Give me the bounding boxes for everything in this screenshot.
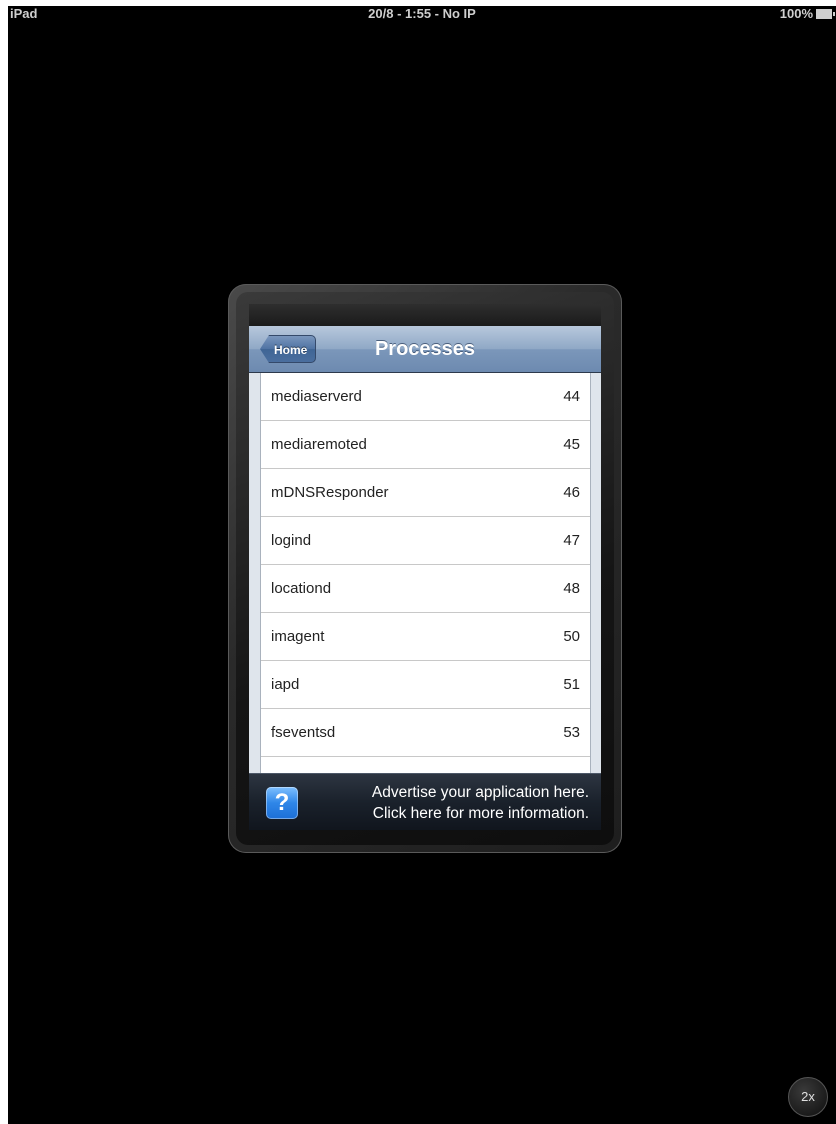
navigation-bar: Home Processes [249, 326, 601, 373]
battery-status: 100% [779, 6, 835, 22]
question-mark-icon: ? [266, 787, 298, 819]
ipad-screen: iPad 20/8 - 1:55 - No IP 100% Home Proce… [8, 6, 836, 1124]
process-pid: 48 [563, 580, 580, 597]
process-row[interactable]: mDNSResponder 46 [261, 469, 590, 517]
status-info: 20/8 - 1:55 - No IP [368, 6, 476, 21]
process-pid: 44 [563, 388, 580, 405]
process-row[interactable]: fseventsd 53 [261, 709, 590, 757]
iphone-compat-frame: Home Processes mediaserverd 44 mediaremo… [228, 284, 622, 853]
ad-text: Advertise your application here. Click h… [372, 782, 589, 824]
process-pid: 45 [563, 436, 580, 453]
process-name: mediaremoted [271, 436, 367, 453]
app-screen: Home Processes mediaserverd 44 mediaremo… [249, 304, 601, 830]
process-pid: 50 [563, 628, 580, 645]
ad-banner[interactable]: ? Advertise your application here. Click… [249, 773, 601, 830]
process-pid: 46 [563, 484, 580, 501]
process-name: locationd [271, 580, 332, 597]
page-title: Processes [374, 338, 476, 360]
process-row[interactable]: imagent 50 [261, 613, 590, 661]
process-pid: 51 [563, 676, 580, 693]
process-name: imagent [271, 628, 325, 645]
process-pid: 47 [563, 532, 580, 549]
process-name: iapd [271, 676, 300, 693]
ipad-status-bar: iPad 20/8 - 1:55 - No IP 100% [8, 6, 836, 24]
process-pid: 53 [563, 724, 580, 741]
process-row[interactable]: mediaremoted 45 [261, 421, 590, 469]
process-name: fseventsd [271, 724, 336, 741]
process-list: mediaserverd 44 mediaremoted 45 mDNSResp… [260, 373, 591, 773]
process-name: logind [271, 532, 312, 549]
process-row[interactable]: mediaserverd 44 [261, 373, 590, 421]
process-row[interactable]: iapd 51 [261, 661, 590, 709]
process-name: mDNSResponder [271, 484, 389, 501]
process-row[interactable]: locationd 48 [261, 565, 590, 613]
battery-percent: 100% [779, 6, 813, 21]
process-row-partial[interactable] [261, 757, 590, 773]
ad-line-1: Advertise your application here. [371, 784, 589, 801]
process-row[interactable]: logind 47 [261, 517, 590, 565]
home-back-button[interactable]: Home [260, 335, 317, 363]
battery-full-icon [816, 9, 835, 19]
process-list-area[interactable]: mediaserverd 44 mediaremoted 45 mDNSResp… [249, 373, 601, 773]
app-status-bar [249, 304, 601, 326]
ad-line-2: Click here for more information. [372, 805, 589, 822]
zoom-2x-button[interactable]: 2x [788, 1077, 828, 1117]
process-name: mediaserverd [271, 388, 362, 405]
